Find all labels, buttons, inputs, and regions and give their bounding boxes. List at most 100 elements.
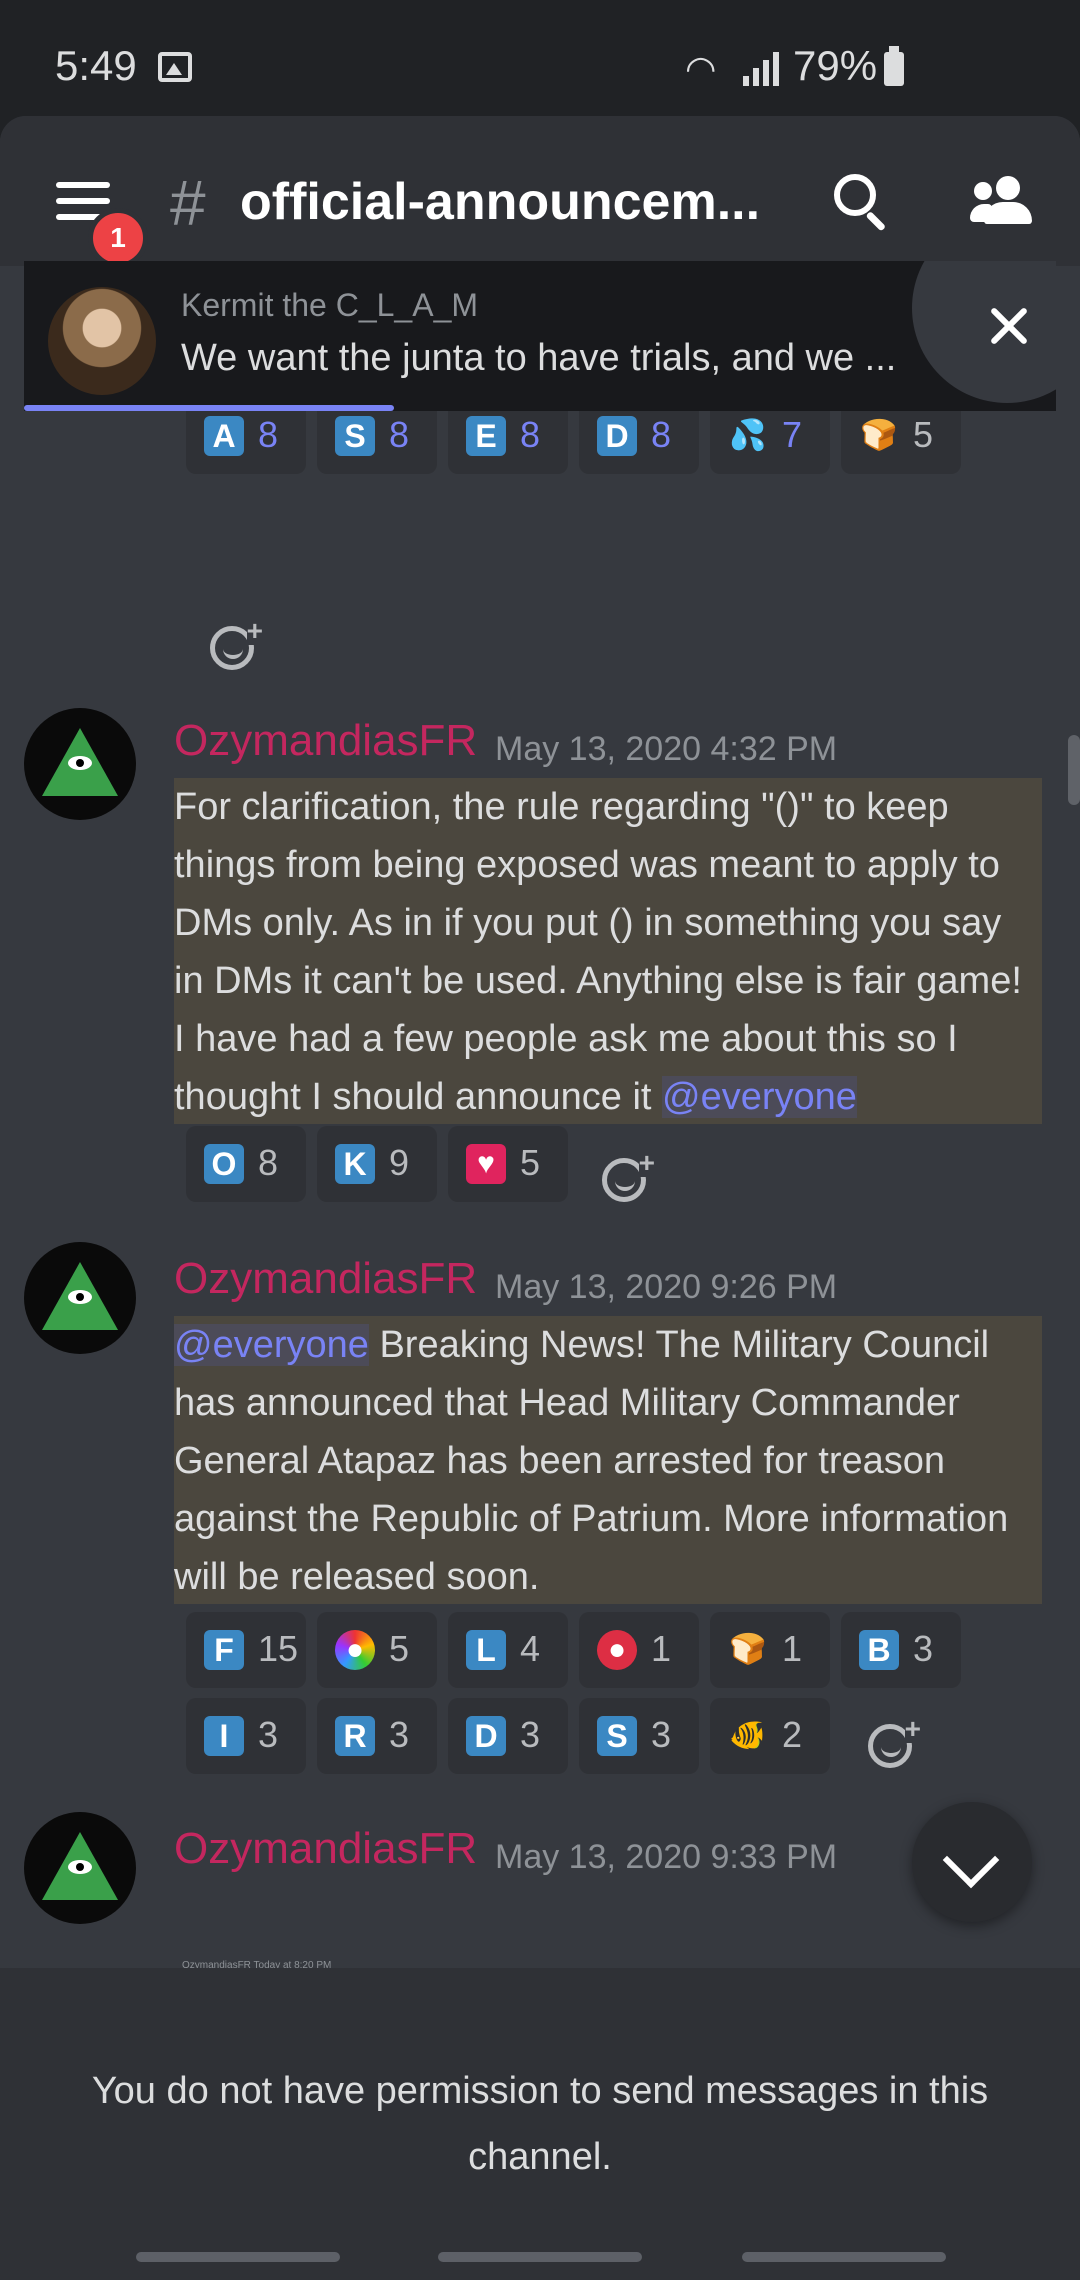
reaction-count: 3 [651,1714,672,1755]
reaction-letter-K[interactable]: K9 [317,1126,437,1202]
composer-disabled-area: You do not have permission to send messa… [0,1968,1080,2278]
reaction-count: 8 [520,414,541,455]
close-icon[interactable] [912,261,1056,403]
message-body: @everyone Breaking News! The Military Co… [174,1316,1042,1604]
members-icon[interactable] [970,176,1040,226]
battery-percent: 79% [793,42,878,89]
letter-L-icon: L [466,1630,506,1670]
notification-author: Kermit the C_L_A_M [181,287,479,323]
notification-text: We want the junta to have trials, and we… [181,337,897,379]
message-timestamp: May 13, 2020 4:32 PM [495,730,838,768]
fish-icon: 🐠 [729,1719,767,1752]
message-author[interactable]: OzymandiasFR [174,1824,477,1874]
message-notification-popup[interactable]: Kermit the C_L_A_M We want the junta to … [24,261,1056,411]
channel-title[interactable]: official-announcem... [240,172,760,232]
reaction-letter-L[interactable]: L4 [448,1612,568,1688]
search-icon[interactable] [834,174,887,232]
letter-F-icon: F [204,1630,244,1670]
avatar[interactable] [24,1242,136,1354]
message-line: Breaking News! The Military Council [368,1324,990,1366]
reaction-count: 8 [651,414,672,455]
reaction-count: 7 [782,414,803,455]
reaction-count: 1 [651,1628,672,1669]
add-reaction-icon[interactable]: + [210,617,263,670]
battery-icon [884,46,904,86]
letter-S-icon: S [335,416,375,456]
mention-everyone[interactable]: @everyone [174,1324,369,1366]
reaction-count: 3 [913,1628,934,1669]
reaction-red-face[interactable]: ● 1 [579,1612,699,1688]
reaction-count: 15 [258,1628,299,1669]
reaction-bread[interactable]: 🍞 1 [710,1612,830,1688]
reaction-count: 8 [258,1142,279,1183]
channel-hash-icon: # [170,167,206,239]
message-timestamp: May 13, 2020 9:26 PM [495,1268,838,1306]
gallery-notification-icon [158,52,192,82]
message-line: against the Republic of Patrium. More in… [174,1498,1009,1540]
letter-D-icon: D [597,416,637,456]
reaction-count: 9 [389,1142,410,1183]
rainbow-eye-icon: ● [335,1630,375,1670]
letter-S-icon: S [597,1716,637,1756]
reaction-count: 3 [258,1714,279,1755]
letter-I-icon: I [204,1716,244,1756]
jump-to-present-button[interactable] [912,1802,1032,1922]
reaction-letter-O[interactable]: O8 [186,1126,306,1202]
nav-back-handle[interactable] [136,2252,340,2262]
bread-icon: 🍞 [729,1633,767,1666]
bread-icon: 🍞 [860,419,898,452]
message-body: For clarification, the rule regarding "(… [174,778,1042,1124]
notification-avatar [48,287,156,395]
reaction-count: 1 [782,1628,803,1669]
reaction-heart-mic[interactable]: ♥ 5 [448,1126,568,1202]
message-line: things from being exposed was meant to a… [174,844,1000,886]
reaction-letter-R[interactable]: R3 [317,1698,437,1774]
reaction-count: 2 [782,1714,803,1755]
reaction-count: 4 [520,1628,541,1669]
reaction-count: 5 [913,414,934,455]
reaction-letter-S[interactable]: S3 [579,1698,699,1774]
letter-E-icon: E [466,416,506,456]
reaction-fish[interactable]: 🐠 2 [710,1698,830,1774]
wifi-icon: ◠ [685,48,717,89]
reaction-letter-D[interactable]: D3 [448,1698,568,1774]
unread-badge: 1 [88,208,148,268]
reaction-count: 5 [520,1142,541,1183]
channel-header: 1 # official-announcem... [0,116,1080,268]
status-time: 5:49 [55,42,137,89]
add-reaction-icon[interactable]: + [602,1149,655,1202]
message-author[interactable]: OzymandiasFR [174,716,477,766]
mention-everyone[interactable]: @everyone [662,1076,857,1118]
letter-B-icon: B [859,1630,899,1670]
avatar[interactable] [24,708,136,820]
avatar[interactable] [24,1812,136,1924]
nav-recents-handle[interactable] [742,2252,946,2262]
signal-icon [743,50,787,86]
reaction-letter-I[interactable]: I3 [186,1698,306,1774]
letter-K-icon: K [335,1144,375,1184]
nav-home-handle[interactable] [438,2252,642,2262]
reaction-letter-F[interactable]: F 15 [186,1612,306,1688]
reaction-count: 3 [520,1714,541,1755]
message-timestamp: May 13, 2020 9:33 PM [495,1838,838,1876]
sweat-drops-icon: 💦 [729,419,767,452]
reaction-rainbow-eye[interactable]: ● 5 [317,1612,437,1688]
letter-R-icon: R [335,1716,375,1756]
reaction-count: 5 [389,1628,410,1669]
message-line: I have had a few people ask me about thi… [174,1018,958,1060]
add-reaction-icon[interactable]: + [868,1715,921,1768]
reaction-count: 3 [389,1714,410,1755]
no-permission-text: You do not have permission to send messa… [91,2070,989,2178]
message-line: thought I should announce it [174,1076,663,1118]
scrollbar[interactable] [1068,735,1080,805]
reaction-letter-B[interactable]: B3 [841,1612,961,1688]
notification-timer-bar [24,405,394,411]
gesture-nav-bar [0,2236,1080,2280]
message-line: DMs only. As in if you put () in somethi… [174,902,1002,944]
message-line: will be released soon. [174,1556,540,1598]
status-bar: 5:49 ◠ 79% [0,0,1080,120]
heart-mic-icon: ♥ [466,1144,506,1184]
message-author[interactable]: OzymandiasFR [174,1254,477,1304]
message-line: General Atapaz has been arrested for tre… [174,1440,946,1482]
message-line: in DMs it can't be used. Anything else i… [174,960,1022,1002]
